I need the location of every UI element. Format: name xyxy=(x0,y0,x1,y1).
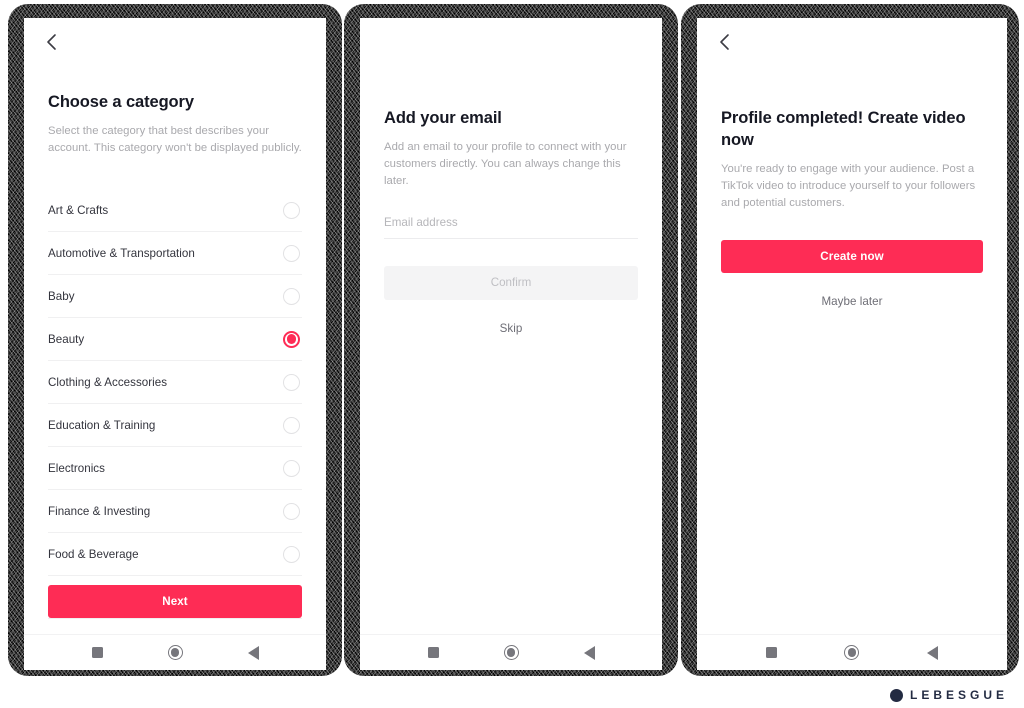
topbar-1 xyxy=(24,18,326,66)
category-row-finance-investing[interactable]: Finance & Investing xyxy=(48,490,302,534)
category-label: Education & Training xyxy=(48,418,156,432)
recents-button[interactable] xyxy=(420,640,446,666)
create-now-button[interactable]: Create now xyxy=(721,240,983,273)
circle-home-icon xyxy=(503,645,519,660)
topbar-3 xyxy=(697,18,1007,66)
category-row-beauty[interactable]: Beauty xyxy=(48,318,302,362)
maybe-later-button[interactable]: Maybe later xyxy=(721,295,983,308)
square-recents-icon xyxy=(765,647,777,658)
category-label: Baby xyxy=(48,289,75,303)
system-back-button[interactable] xyxy=(576,640,602,666)
next-button-container: Next xyxy=(48,585,302,618)
watermark: LEBESGUE xyxy=(889,688,1008,702)
category-row-electronics[interactable]: Electronics xyxy=(48,447,302,491)
content-3: Profile completed! Create video now You'… xyxy=(697,66,1007,634)
category-label: Electronics xyxy=(48,461,105,475)
screenshot-stage: Choose a category Select the category th… xyxy=(0,0,1024,708)
triangle-back-icon xyxy=(583,645,595,660)
category-label: Art & Crafts xyxy=(48,203,109,217)
page-title: Profile completed! Create video now xyxy=(721,109,966,149)
category-radio[interactable] xyxy=(283,373,300,391)
category-radio[interactable] xyxy=(283,545,300,563)
page-subtitle: Add an email to your profile to connect … xyxy=(384,140,627,188)
email-field[interactable]: Email address xyxy=(384,216,638,240)
category-radio[interactable] xyxy=(283,244,300,262)
category-label: Automotive & Transportation xyxy=(48,246,195,260)
category-row-education-training[interactable]: Education & Training xyxy=(48,404,302,448)
category-label: Finance & Investing xyxy=(48,504,151,518)
square-recents-icon xyxy=(91,647,103,658)
screen-profile-completed: Profile completed! Create video now You'… xyxy=(697,18,1007,670)
next-button[interactable]: Next xyxy=(48,585,302,618)
email-underline xyxy=(384,238,638,240)
category-row-clothing-accessories[interactable]: Clothing & Accessories xyxy=(48,361,302,405)
android-navbar-3 xyxy=(697,634,1007,670)
confirm-button[interactable]: Confirm xyxy=(384,266,638,301)
home-button[interactable] xyxy=(162,640,188,666)
home-button[interactable] xyxy=(498,640,524,666)
system-back-button[interactable] xyxy=(240,640,266,666)
chevron-left-icon xyxy=(717,32,731,52)
page-subtitle: You're ready to engage with your audienc… xyxy=(721,162,976,209)
screen-add-email: Add your email Add an email to your prof… xyxy=(360,18,662,670)
system-back-button[interactable] xyxy=(920,640,946,666)
recents-button[interactable] xyxy=(758,640,784,666)
category-row-baby[interactable]: Baby xyxy=(48,275,302,319)
page-title: Add your email xyxy=(384,109,502,127)
back-button[interactable] xyxy=(38,29,64,55)
category-row-food-beverage[interactable]: Food & Beverage xyxy=(48,533,302,577)
create-now-button-container: Create now xyxy=(721,240,983,273)
lebesgue-logo-icon xyxy=(889,688,903,702)
category-label: Clothing & Accessories xyxy=(48,375,168,389)
chevron-left-icon xyxy=(44,32,58,52)
recents-button[interactable] xyxy=(84,640,110,666)
category-radio[interactable] xyxy=(283,287,300,305)
topbar-2 xyxy=(360,18,662,66)
category-label: Food & Beverage xyxy=(48,547,139,561)
square-recents-icon xyxy=(427,647,439,658)
skip-button[interactable]: Skip xyxy=(384,322,638,335)
android-navbar-1 xyxy=(24,634,326,670)
category-radio[interactable] xyxy=(283,201,300,219)
category-radio[interactable] xyxy=(283,416,300,434)
triangle-back-icon xyxy=(247,645,259,660)
page-title: Choose a category xyxy=(48,93,194,111)
confirm-button-container: Confirm xyxy=(384,266,638,301)
android-navbar-2 xyxy=(360,634,662,670)
watermark-text: LEBESGUE xyxy=(909,688,1008,702)
category-radio-selected[interactable] xyxy=(283,330,300,348)
page-subtitle: Select the category that best describes … xyxy=(48,124,302,154)
screen-choose-category: Choose a category Select the category th… xyxy=(24,18,326,670)
triangle-back-icon xyxy=(927,645,939,660)
category-list: Art & Crafts Automotive & Transportation… xyxy=(48,189,302,620)
category-radio[interactable] xyxy=(283,459,300,477)
content-2: Add your email Add an email to your prof… xyxy=(360,66,662,634)
back-button[interactable] xyxy=(711,29,737,55)
email-input[interactable]: Email address xyxy=(384,216,638,238)
category-label: Beauty xyxy=(48,332,85,346)
home-button[interactable] xyxy=(839,640,865,666)
circle-home-icon xyxy=(167,645,183,660)
content-1: Choose a category Select the category th… xyxy=(24,66,326,634)
category-row-automotive-transportation[interactable]: Automotive & Transportation xyxy=(48,232,302,276)
category-radio[interactable] xyxy=(283,502,300,520)
category-row-art-crafts[interactable]: Art & Crafts xyxy=(48,189,302,233)
circle-home-icon xyxy=(844,645,860,660)
